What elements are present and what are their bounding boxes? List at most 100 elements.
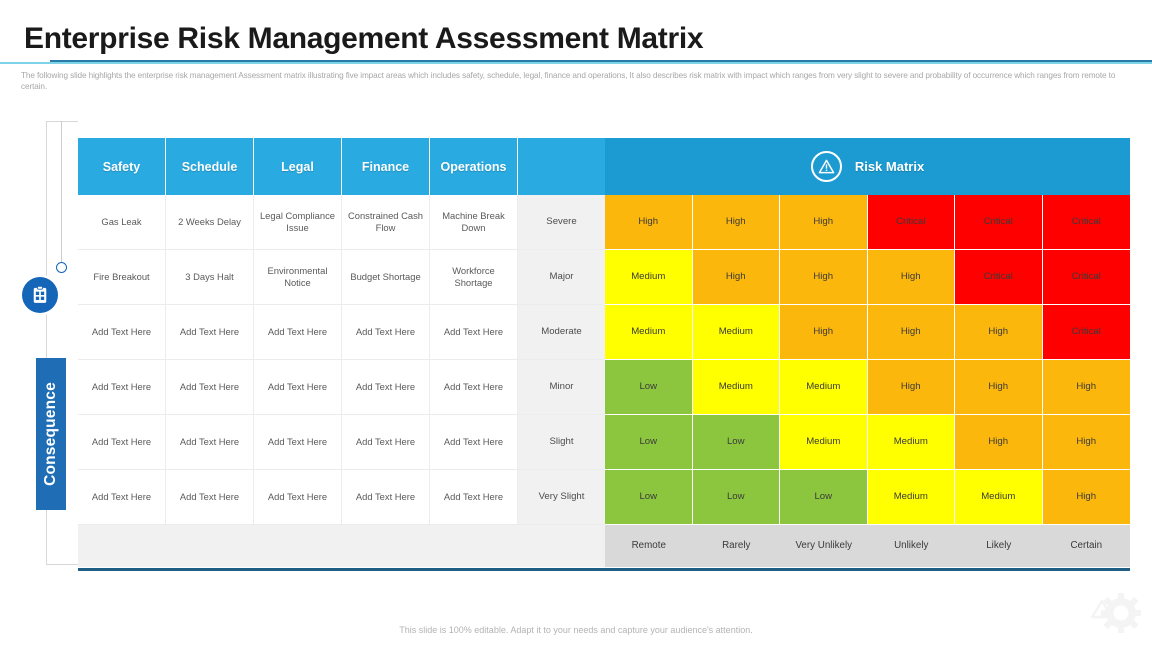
risk-cell[interactable]: Critical: [955, 250, 1043, 305]
impact-cell-legal[interactable]: Add Text Here: [254, 360, 342, 415]
column-header-schedule[interactable]: Schedule: [166, 138, 254, 195]
warning-triangle-icon: [810, 151, 842, 182]
page-title: Enterprise Risk Management Assessment Ma…: [24, 22, 704, 55]
severity-label: Very Slight: [518, 470, 605, 525]
severity-label: Severe: [518, 195, 605, 250]
impact-cell-finance[interactable]: Add Text Here: [342, 305, 430, 360]
risk-cell[interactable]: Medium: [780, 415, 868, 470]
risk-cell[interactable]: Medium: [867, 470, 955, 525]
severity-label: Slight: [518, 415, 605, 470]
slide: Enterprise Risk Management Assessment Ma…: [0, 0, 1152, 648]
title-divider: [0, 62, 1152, 64]
impact-cell-operations[interactable]: Workforce Shortage: [430, 250, 518, 305]
risk-cell[interactable]: High: [867, 250, 955, 305]
consequence-axis-text: Consequence: [42, 382, 59, 486]
impact-cell-safety[interactable]: Add Text Here: [78, 470, 166, 525]
risk-cell[interactable]: High: [955, 360, 1043, 415]
impact-cell-schedule[interactable]: Add Text Here: [166, 305, 254, 360]
impact-cell-safety[interactable]: Add Text Here: [78, 415, 166, 470]
impact-cell-legal[interactable]: Add Text Here: [254, 415, 342, 470]
probability-label-rarely: Rarely: [692, 525, 780, 567]
impact-cell-finance[interactable]: Add Text Here: [342, 470, 430, 525]
impact-cell-operations[interactable]: Add Text Here: [430, 360, 518, 415]
table-body: Gas Leak 2 Weeks Delay Legal Compliance Is…: [78, 195, 1130, 525]
risk-cell[interactable]: High: [692, 195, 780, 250]
column-header-finance[interactable]: Finance: [342, 138, 430, 195]
column-header-operations[interactable]: Operations: [430, 138, 518, 195]
table-row: Add Text Here Add Text Here Add Text Here A…: [78, 305, 1130, 360]
impact-cell-operations[interactable]: Add Text Here: [430, 305, 518, 360]
impact-cell-legal[interactable]: Legal Compliance Issue: [254, 195, 342, 250]
probability-label-very-unlikely: Very Unlikely: [780, 525, 868, 567]
severity-label: Major: [518, 250, 605, 305]
risk-matrix-header: Risk Matrix: [605, 138, 1130, 195]
impact-cell-schedule[interactable]: Add Text Here: [166, 415, 254, 470]
title-divider-accent: [50, 60, 1152, 62]
risk-cell[interactable]: Critical: [1042, 195, 1130, 250]
risk-cell[interactable]: High: [780, 305, 868, 360]
risk-cell[interactable]: Medium: [955, 470, 1043, 525]
risk-cell[interactable]: Medium: [605, 250, 693, 305]
risk-cell[interactable]: Critical: [867, 195, 955, 250]
risk-cell[interactable]: Low: [780, 470, 868, 525]
risk-cell[interactable]: High: [1042, 360, 1130, 415]
probability-axis-row: Remote Rarely Very Unlikely Unlikely Lik…: [78, 525, 1130, 567]
risk-cell[interactable]: Medium: [692, 305, 780, 360]
risk-cell[interactable]: Medium: [692, 360, 780, 415]
consequence-axis-label: Consequence: [36, 358, 66, 510]
page-subtitle: The following slide highlights the enter…: [21, 71, 1116, 91]
impact-cell-operations[interactable]: Machine Break Down: [430, 195, 518, 250]
risk-cell[interactable]: High: [1042, 470, 1130, 525]
column-header-legal[interactable]: Legal: [254, 138, 342, 195]
table-row: Gas Leak 2 Weeks Delay Legal Compliance Is…: [78, 195, 1130, 250]
impact-cell-safety[interactable]: Add Text Here: [78, 360, 166, 415]
table-row: Add Text Here Add Text Here Add Text Here A…: [78, 415, 1130, 470]
risk-cell[interactable]: Critical: [1042, 250, 1130, 305]
impact-cell-finance[interactable]: Budget Shortage: [342, 250, 430, 305]
table-header-row: Safety Schedule Legal Finance Operations…: [78, 138, 1130, 195]
column-header-safety[interactable]: Safety: [78, 138, 166, 195]
risk-cell[interactable]: Low: [692, 415, 780, 470]
footer-note: This slide is 100% editable. Adapt it to…: [399, 625, 753, 635]
risk-cell[interactable]: Low: [605, 360, 693, 415]
risk-cell[interactable]: High: [867, 360, 955, 415]
risk-cell[interactable]: Low: [605, 415, 693, 470]
risk-cell[interactable]: Medium: [867, 415, 955, 470]
risk-cell[interactable]: Medium: [605, 305, 693, 360]
table-base-bar: [78, 568, 1130, 571]
impact-cell-schedule[interactable]: 2 Weeks Delay: [166, 195, 254, 250]
impact-cell-operations[interactable]: Add Text Here: [430, 470, 518, 525]
impact-cell-safety[interactable]: Gas Leak: [78, 195, 166, 250]
risk-cell[interactable]: Critical: [1042, 305, 1130, 360]
risk-cell[interactable]: High: [780, 195, 868, 250]
probability-label-likely: Likely: [955, 525, 1043, 567]
risk-cell[interactable]: Critical: [955, 195, 1043, 250]
impact-cell-finance[interactable]: Constrained Cash Flow: [342, 195, 430, 250]
risk-cell[interactable]: High: [955, 415, 1043, 470]
impact-cell-legal[interactable]: Add Text Here: [254, 470, 342, 525]
probability-label-certain: Certain: [1042, 525, 1130, 567]
risk-cell[interactable]: High: [605, 195, 693, 250]
impact-cell-legal[interactable]: Environmental Notice: [254, 250, 342, 305]
table-row: Add Text Here Add Text Here Add Text Here A…: [78, 360, 1130, 415]
severity-label: Minor: [518, 360, 605, 415]
risk-cell[interactable]: High: [1042, 415, 1130, 470]
impact-cell-legal[interactable]: Add Text Here: [254, 305, 342, 360]
impact-cell-schedule[interactable]: Add Text Here: [166, 470, 254, 525]
impact-cell-safety[interactable]: Add Text Here: [78, 305, 166, 360]
risk-cell[interactable]: Low: [605, 470, 693, 525]
risk-cell[interactable]: Low: [692, 470, 780, 525]
risk-cell[interactable]: High: [692, 250, 780, 305]
risk-cell[interactable]: High: [780, 250, 868, 305]
probability-row-spacer: [78, 525, 605, 567]
impact-cell-operations[interactable]: Add Text Here: [430, 415, 518, 470]
impact-cell-finance[interactable]: Add Text Here: [342, 415, 430, 470]
table-row: Fire Breakout 3 Days Halt Environmental No…: [78, 250, 1130, 305]
impact-cell-finance[interactable]: Add Text Here: [342, 360, 430, 415]
risk-cell[interactable]: Medium: [780, 360, 868, 415]
impact-cell-safety[interactable]: Fire Breakout: [78, 250, 166, 305]
risk-cell[interactable]: High: [867, 305, 955, 360]
impact-cell-schedule[interactable]: 3 Days Halt: [166, 250, 254, 305]
impact-cell-schedule[interactable]: Add Text Here: [166, 360, 254, 415]
risk-cell[interactable]: High: [955, 305, 1043, 360]
